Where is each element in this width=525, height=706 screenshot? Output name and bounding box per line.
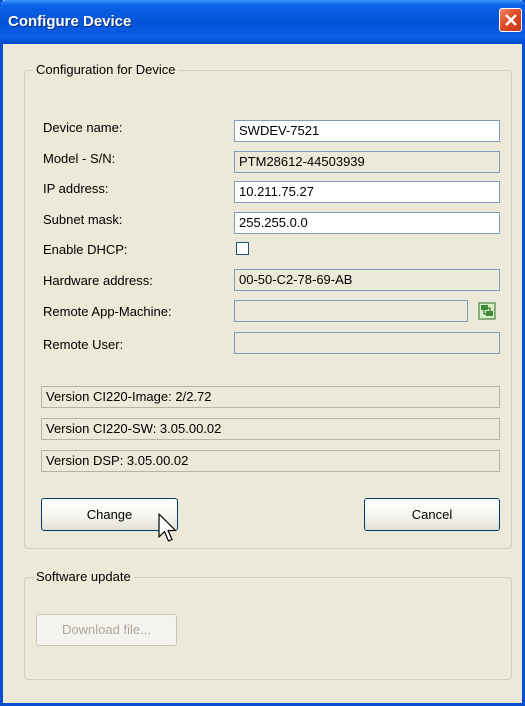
subnet-mask-field[interactable]: 255.255.0.0 bbox=[234, 212, 500, 234]
remote-user-field bbox=[234, 332, 500, 354]
remote-app-picker-button[interactable] bbox=[476, 300, 498, 322]
remote-app-machine-field bbox=[234, 300, 468, 322]
window-title: Configure Device bbox=[8, 13, 132, 30]
download-file-button[interactable]: Download file... bbox=[36, 614, 177, 646]
ip-address-label: IP address: bbox=[43, 181, 109, 196]
configuration-group-title: Configuration for Device bbox=[33, 62, 179, 78]
device-name-field[interactable]: SWDEV-7521 bbox=[234, 120, 500, 142]
enable-dhcp-checkbox[interactable] bbox=[236, 242, 249, 255]
version-dsp-readout: Version DSP: 3.05.00.02 bbox=[41, 450, 500, 472]
machine-picker-icon bbox=[478, 302, 496, 320]
close-button[interactable] bbox=[499, 8, 522, 32]
title-bar[interactable]: Configure Device bbox=[0, 0, 525, 44]
remote-user-label: Remote User: bbox=[43, 337, 124, 352]
mouse-pointer-icon bbox=[158, 513, 177, 542]
model-sn-field: PTM28612-44503939 bbox=[234, 151, 500, 173]
software-update-group-title: Software update bbox=[33, 569, 134, 585]
enable-dhcp-label: Enable DHCP: bbox=[43, 242, 128, 257]
hardware-address-label: Hardware address: bbox=[43, 273, 153, 288]
model-sn-label: Model - S/N: bbox=[43, 151, 116, 166]
device-name-label: Device name: bbox=[43, 120, 123, 135]
close-icon bbox=[505, 14, 517, 26]
version-image-readout: Version CI220-Image: 2/2.72 bbox=[41, 386, 500, 408]
version-sw-readout: Version CI220-SW: 3.05.00.02 bbox=[41, 418, 500, 440]
configure-device-dialog: Configure Device Configuration for Devic… bbox=[0, 0, 525, 706]
ip-address-field[interactable]: 10.211.75.27 bbox=[234, 181, 500, 203]
cancel-button[interactable]: Cancel bbox=[364, 498, 500, 531]
subnet-mask-label: Subnet mask: bbox=[43, 212, 123, 227]
remote-app-machine-label: Remote App-Machine: bbox=[43, 304, 172, 319]
hardware-address-field: 00-50-C2-78-69-AB bbox=[234, 269, 500, 291]
